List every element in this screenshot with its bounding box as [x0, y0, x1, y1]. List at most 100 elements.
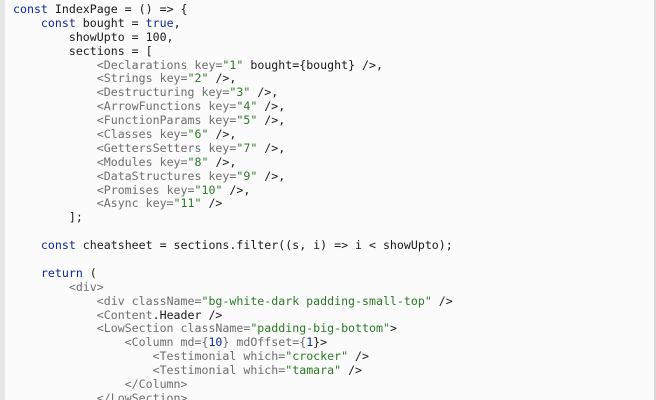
- code-line[interactable]: <Classes key="6" />,: [13, 127, 453, 142]
- code-line[interactable]: <Testimonial which="tamara" />: [13, 363, 453, 378]
- code-editor[interactable]: const IndexPage = () => { const bought =…: [0, 0, 656, 400]
- code-line[interactable]: </Column>: [13, 377, 453, 392]
- code-token: key=: [159, 182, 195, 197]
- code-line[interactable]: <Strings key="2" />,: [13, 72, 453, 86]
- code-line[interactable]: <Testimonial which="crocker" />: [13, 349, 453, 364]
- code-token: <Content: [13, 307, 153, 322]
- code-token: />,: [208, 127, 237, 142]
- code-token: />,: [222, 182, 251, 197]
- code-token: <Declarations: [13, 57, 188, 72]
- code-token: "5": [236, 113, 258, 128]
- code-token: const: [13, 2, 48, 16]
- code-line[interactable]: const cheatsheet = sections.filter((s, i…: [13, 238, 453, 253]
- code-line[interactable]: ];: [13, 210, 453, 225]
- code-token: <Strings: [13, 71, 153, 86]
- code-token: />,: [257, 168, 286, 183]
- code-token: className=: [173, 321, 251, 336]
- code-token: />,: [257, 113, 286, 128]
- code-token: key=: [201, 140, 237, 155]
- code-line[interactable]: sections = [: [13, 43, 453, 59]
- code-token: IndexPage = () => {: [47, 2, 188, 16]
- code-token: className=: [124, 293, 202, 308]
- code-line[interactable]: <FunctionParams key="5" />,: [13, 113, 453, 128]
- code-token: />,: [257, 99, 286, 114]
- code-line[interactable]: <div>: [13, 279, 453, 295]
- code-token: "crocker": [285, 349, 349, 364]
- code-line[interactable]: [13, 225, 453, 239]
- code-token: <Async: [13, 196, 139, 211]
- code-token: />: [348, 349, 370, 364]
- code-token: <LowSection: [13, 321, 174, 336]
- code-token: <Testimonial: [13, 363, 237, 378]
- code-token: sections = [: [13, 43, 153, 58]
- code-token: />: [341, 363, 363, 378]
- code-token: "bg-white-dark padding-small-top": [201, 293, 432, 308]
- code-token: <Destructuring: [13, 85, 195, 100]
- code-token: "tamara": [285, 363, 342, 378]
- code-line[interactable]: <GettersSetters key="7" />,: [13, 140, 453, 156]
- code-token: />: [431, 293, 453, 308]
- code-token: <Testimonial: [13, 349, 237, 364]
- code-token: "padding-big-bottom": [250, 321, 390, 336]
- code-token: <div: [13, 293, 125, 308]
- code-token: key=: [138, 196, 174, 211]
- code-line[interactable]: <Modules key="8" />,: [13, 154, 453, 170]
- code-line[interactable]: <Destructuring key="3" />,: [13, 85, 453, 100]
- code-token: <div>: [13, 279, 104, 294]
- code-token: which=: [236, 363, 286, 378]
- code-token: "6": [187, 127, 209, 142]
- code-token: true: [145, 15, 174, 30]
- code-token: key=: [201, 168, 237, 183]
- code-line[interactable]: <Declarations key="1" bought={bought} />…: [13, 57, 453, 73]
- code-line[interactable]: showUpto = 100,: [13, 30, 453, 45]
- code-line[interactable]: <Column md={10} mdOffset={1}>: [13, 335, 453, 350]
- code-token: key=: [152, 71, 188, 86]
- code-token: "8": [187, 154, 209, 169]
- code-token: "4": [236, 99, 258, 114]
- code-line[interactable]: return (: [13, 265, 453, 281]
- code-token: }>: [313, 335, 328, 350]
- code-line[interactable]: <Content.Header />: [13, 307, 453, 323]
- code-token: .Header />: [152, 307, 223, 322]
- code-token: <Classes: [13, 127, 153, 142]
- code-line[interactable]: const bought = true,: [13, 15, 453, 31]
- code-token: return: [40, 265, 83, 280]
- code-token: ,: [173, 15, 181, 30]
- code-area[interactable]: const IndexPage = () => { const bought =…: [13, 2, 453, 400]
- code-token: key=: [201, 99, 237, 114]
- code-token: <GettersSetters: [13, 140, 202, 155]
- code-token: key=: [152, 154, 188, 169]
- code-line[interactable]: <Async key="11" />: [13, 197, 453, 211]
- code-token: bought =: [75, 15, 146, 30]
- code-line[interactable]: <div className="bg-white-dark padding-sm…: [13, 293, 453, 309]
- code-line[interactable]: const IndexPage = () => {: [13, 2, 453, 17]
- code-token: </Column>: [13, 377, 188, 392]
- code-token: "11": [173, 196, 202, 211]
- code-token: ];: [13, 210, 83, 225]
- code-token: />,: [208, 71, 237, 86]
- code-token: </LowSection>: [13, 390, 188, 400]
- code-token: cheatsheet = sections.filter((s, i) => i…: [75, 238, 453, 253]
- code-token: (: [82, 265, 97, 280]
- code-token: />: [201, 196, 223, 211]
- code-line[interactable]: <LowSection className="padding-big-botto…: [13, 322, 453, 336]
- code-token: "10": [194, 182, 223, 197]
- code-token: "9": [236, 168, 258, 183]
- code-token: "3": [229, 85, 251, 100]
- code-token: key=: [194, 85, 230, 100]
- code-line[interactable]: <Promises key="10" />,: [13, 182, 453, 198]
- code-line[interactable]: </LowSection>: [13, 390, 453, 400]
- code-token: key=: [152, 127, 188, 142]
- code-line[interactable]: <DataStructures key="9" />,: [13, 168, 453, 184]
- code-token: />,: [208, 154, 237, 169]
- code-line[interactable]: <ArrowFunctions key="4" />,: [13, 99, 453, 114]
- code-token: const: [40, 15, 76, 30]
- code-token: } mdOffset={: [222, 335, 307, 350]
- code-token: <DataStructures: [13, 168, 202, 183]
- code-token: md={: [173, 335, 209, 350]
- code-token: >: [389, 321, 397, 336]
- code-line[interactable]: [13, 253, 453, 267]
